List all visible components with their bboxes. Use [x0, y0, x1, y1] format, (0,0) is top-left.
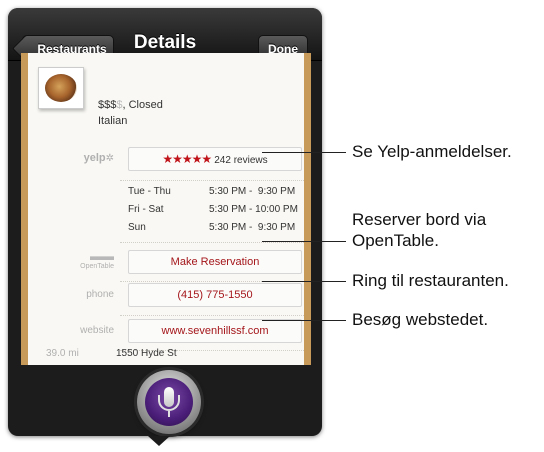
callout-line-website [262, 320, 346, 321]
panel-pointer [148, 436, 170, 446]
status: , Closed [122, 99, 163, 111]
divider [120, 315, 304, 316]
callout-reserve-line1: Reserver bord via [352, 210, 487, 229]
review-count: 242 reviews [214, 155, 268, 166]
hours-days-0: Tue - Thu [128, 186, 171, 197]
hours-time-0: 5:30 PM - 9:30 PM [209, 186, 296, 197]
website-label: website [80, 325, 114, 336]
callout-phone: Ring til restauranten. [352, 271, 509, 290]
food-image [45, 74, 77, 102]
make-reservation-button[interactable]: Make Reservation [128, 250, 302, 274]
callout-line-phone [262, 281, 346, 282]
yelp-burst-icon: ✲ [105, 153, 114, 164]
website-button[interactable]: www.sevenhillssf.com [128, 319, 302, 343]
distance: 39.0 mi [46, 348, 79, 359]
address[interactable]: 1550 Hyde St [116, 348, 177, 359]
phone-number-button[interactable]: (415) 775-1550 [128, 283, 302, 307]
mic-stem [168, 411, 170, 417]
restaurant-card: $$$$, Closed Italian yelp✲ ★★★★★ 242 rev… [21, 53, 311, 365]
price-status: $$$$, Closed [98, 99, 163, 111]
divider [120, 180, 304, 181]
microphone-icon [145, 378, 193, 426]
siri-panel: Restaurants Details Done $$$$, Closed It… [8, 8, 322, 436]
callout-reserve-line2: OpenTable. [352, 231, 439, 250]
mic-arc [158, 395, 180, 411]
siri-microphone-button[interactable] [137, 370, 201, 434]
callout-yelp: Se Yelp-anmeldelser. [352, 142, 512, 161]
price: $$$ [98, 99, 117, 111]
rating-stars: ★★★★★ [162, 152, 212, 166]
callout-line-reserve [262, 241, 346, 242]
phone-label: phone [86, 289, 114, 300]
callout-line-yelp [262, 152, 346, 153]
hours-days-1: Fri - Sat [128, 204, 164, 215]
yelp-reviews-button[interactable]: ★★★★★ 242 reviews [128, 147, 302, 171]
yelp-logo: yelp✲ [58, 152, 114, 164]
hours-time-2: 5:30 PM - 9:30 PM [209, 222, 296, 233]
callout-website: Besøg webstedet. [352, 310, 489, 329]
opentable-label: OpenTable [80, 263, 114, 270]
divider [120, 242, 304, 243]
restaurant-photo[interactable] [38, 67, 84, 109]
hours-days-2: Sun [128, 222, 146, 233]
cuisine: Italian [98, 115, 128, 127]
yelp-label: yelp [83, 152, 106, 164]
hours-time-1: 5:30 PM - 10:00 PM [209, 204, 298, 215]
opentable-icon: ▬▬ [90, 249, 114, 263]
opentable-logo: ▬▬ OpenTable [58, 249, 114, 270]
